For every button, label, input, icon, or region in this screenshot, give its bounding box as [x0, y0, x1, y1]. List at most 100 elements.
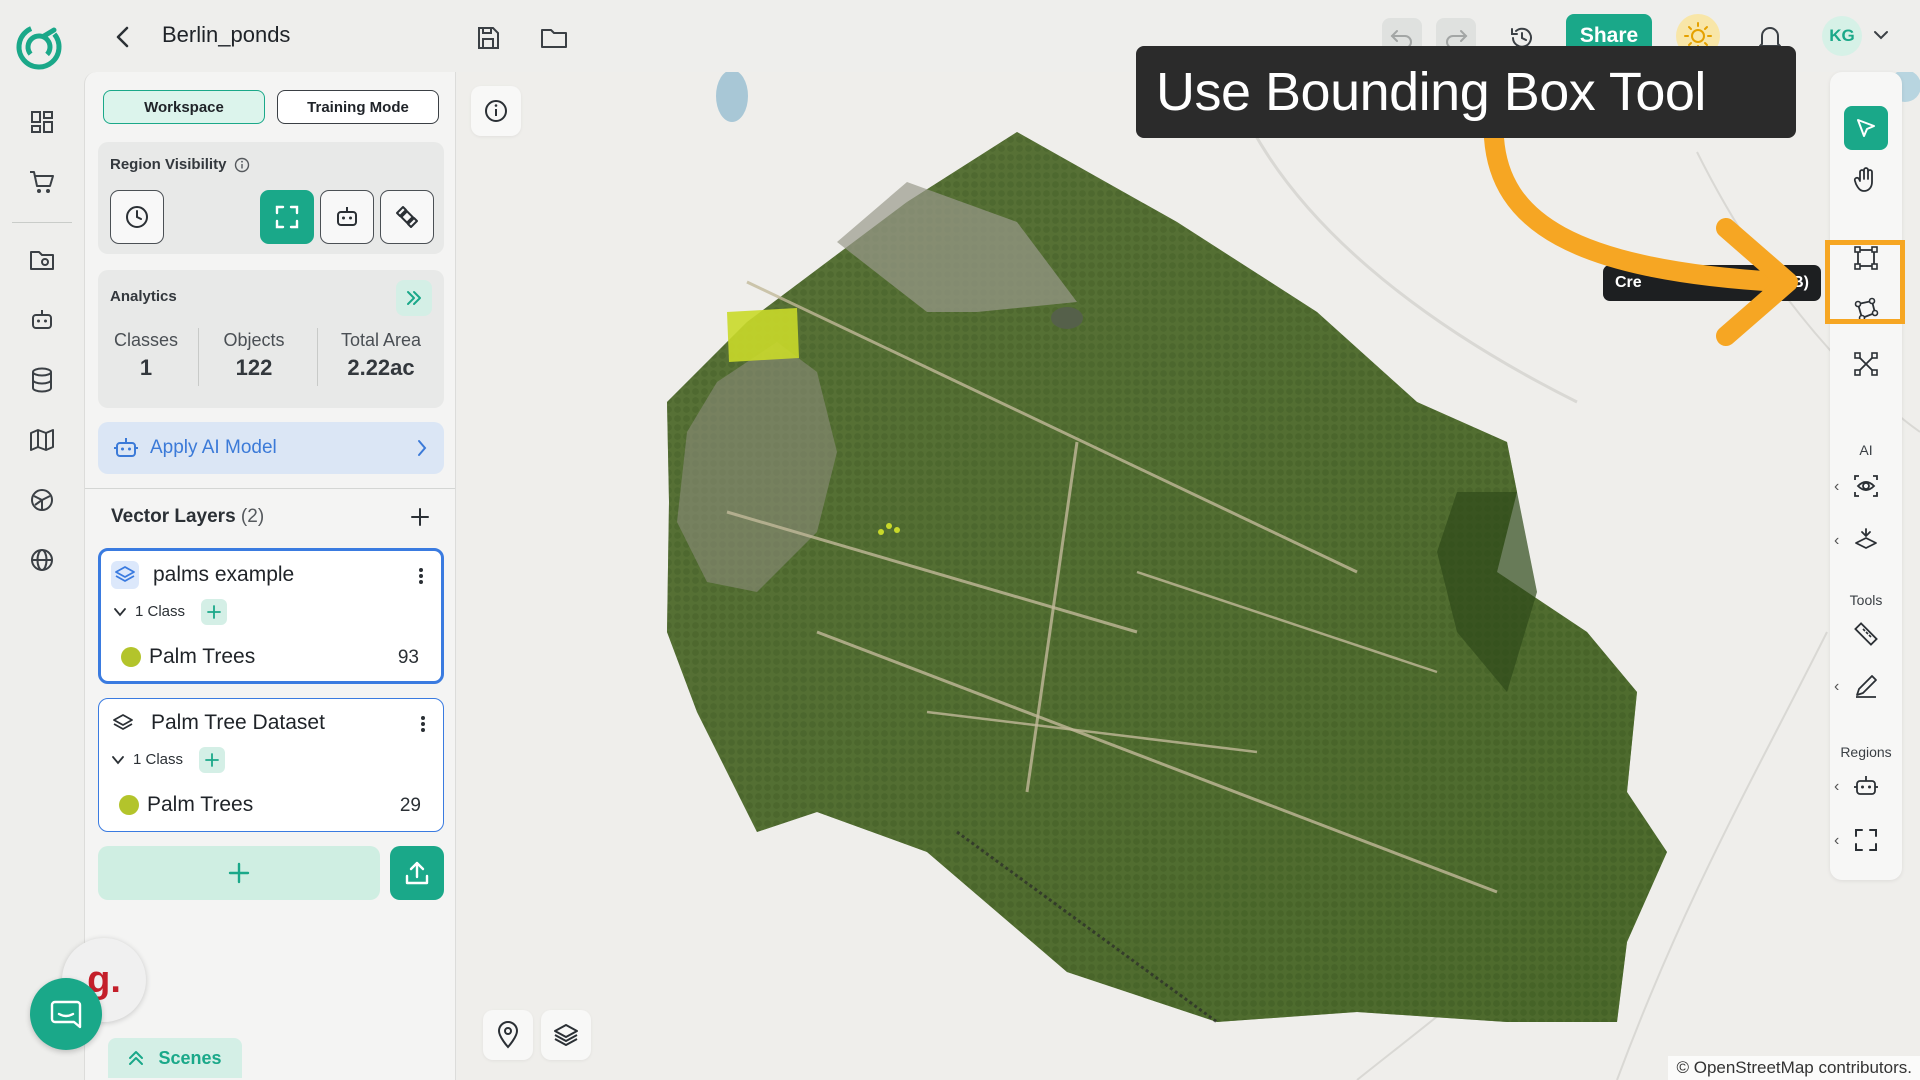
scenes-label: Scenes [158, 1047, 222, 1068]
select-tool-button[interactable] [1844, 106, 1888, 150]
cart-icon[interactable] [24, 164, 60, 200]
tutorial-arrow [1484, 130, 1798, 346]
user-avatar[interactable]: KG [1822, 16, 1862, 56]
upload-button[interactable] [390, 846, 444, 900]
tab-training-mode[interactable]: Training Mode [277, 90, 439, 124]
class-count-label: 1 Class [133, 751, 184, 768]
pan-tool-button[interactable] [1844, 158, 1888, 202]
layers-icon [109, 709, 137, 737]
measure-tool-button[interactable] [1844, 612, 1888, 656]
chevron-left-icon[interactable]: ‹ [1834, 478, 1839, 496]
region-robot-button[interactable] [320, 190, 374, 244]
analytics-card: Analytics Classes 1 Objects 122 Total Ar… [98, 270, 444, 408]
open-folder-button[interactable] [534, 18, 574, 58]
save-button[interactable] [468, 18, 508, 58]
ai-group-label: AI [1859, 442, 1873, 458]
stat-value: 2.22ac [347, 355, 415, 380]
vector-layers-header: Vector Layers (2) [111, 506, 264, 528]
stat-value: 122 [235, 355, 273, 380]
class-color-dot [121, 647, 141, 667]
folder-icon [541, 29, 567, 48]
region-bounding-box-button[interactable] [260, 190, 314, 244]
class-name[interactable]: Palm Trees [149, 645, 255, 669]
map-location-button[interactable] [483, 1010, 533, 1060]
chevron-down-icon [114, 607, 126, 616]
vertices-icon [1854, 352, 1878, 376]
stat-classes: Classes 1 [108, 330, 184, 381]
back-button[interactable] [108, 20, 138, 54]
class-name[interactable]: Palm Trees [147, 793, 253, 817]
chevron-left-icon[interactable]: ‹ [1834, 532, 1839, 550]
cursor-icon [1857, 119, 1875, 137]
apply-ai-model-label: Apply AI Model [150, 437, 277, 458]
globe-grid-icon[interactable] [24, 482, 60, 518]
rail-divider [12, 222, 72, 223]
chevron-down-icon[interactable] [1872, 26, 1890, 49]
add-vector-layer-button[interactable] [405, 502, 435, 532]
add-class-button[interactable] [201, 599, 227, 625]
bounding-box-icon [1855, 829, 1877, 851]
vector-layers-count: (2) [240, 506, 265, 527]
tab-workspace[interactable]: Workspace [103, 90, 265, 124]
tool-highlight-box [1825, 240, 1905, 324]
ai-detect-tool-button[interactable] [1844, 464, 1888, 508]
class-object-count: 93 [397, 647, 419, 668]
chevron-left-icon[interactable]: ‹ [1834, 778, 1839, 796]
stat-value: 1 [139, 355, 153, 380]
hand-icon [1853, 167, 1873, 192]
app-logo[interactable] [14, 22, 68, 76]
keypoint-tool-button[interactable] [1844, 342, 1888, 386]
kebab-menu-icon[interactable] [413, 711, 433, 737]
add-class-button[interactable] [199, 747, 225, 773]
ai-segment-tool-button[interactable] [1844, 518, 1888, 562]
kebab-menu-icon[interactable] [411, 563, 431, 589]
region-visibility-label: Region Visibility [110, 156, 227, 173]
apply-ai-model-button[interactable]: Apply AI Model [98, 422, 444, 474]
stat-total-area: Total Area 2.22ac [322, 330, 440, 381]
plus-icon [205, 753, 219, 767]
map-icon[interactable] [24, 422, 60, 458]
class-color-dot [119, 795, 139, 815]
analytics-expand-button[interactable] [396, 280, 432, 316]
chevron-left-icon [116, 26, 129, 48]
drawing-toolbar: AI ‹ ‹ Tools ‹ Regions ‹ ‹ [1830, 72, 1902, 880]
info-icon[interactable] [234, 157, 250, 173]
region-box-tool-button[interactable] [1844, 818, 1888, 862]
info-icon [485, 100, 507, 122]
tutorial-callout: Use Bounding Box Tool [1136, 46, 1796, 138]
vector-layer-palms-example[interactable]: palms example 1 Class Palm Trees 93 [98, 548, 444, 684]
region-robot-tool-button[interactable] [1844, 764, 1888, 808]
project-title: Berlin_ponds [162, 22, 291, 47]
region-history-button[interactable] [110, 190, 164, 244]
scenes-button[interactable]: Scenes [108, 1038, 242, 1078]
robot-icon [337, 207, 357, 226]
map-attribution[interactable]: © OpenStreetMap contributors. [1668, 1056, 1920, 1080]
robot-icon [1854, 776, 1878, 795]
vector-layer-palm-tree-dataset[interactable]: Palm Tree Dataset 1 Class Palm Trees 29 [98, 698, 444, 832]
class-list-toggle[interactable]: 1 Class [113, 603, 185, 620]
map-info-button[interactable] [471, 86, 521, 136]
class-count-label: 1 Class [135, 603, 186, 620]
region-satellite-button[interactable] [380, 190, 434, 244]
map-layers-button[interactable] [541, 1010, 591, 1060]
database-icon[interactable] [24, 362, 60, 398]
globe-icon[interactable] [24, 542, 60, 578]
robot-icon[interactable] [24, 302, 60, 338]
plus-icon [207, 605, 221, 619]
chat-support-button[interactable] [30, 978, 102, 1050]
left-nav-rail [0, 72, 84, 1080]
region-visibility-title: Region Visibility [110, 156, 250, 173]
layers-icon [111, 561, 139, 589]
layer-name: Palm Tree Dataset [151, 711, 325, 734]
draw-tool-button[interactable] [1844, 664, 1888, 708]
mode-tabs: Workspace Training Mode [103, 90, 439, 124]
chevron-left-icon[interactable]: ‹ [1834, 678, 1839, 696]
chat-icon [50, 1000, 82, 1029]
layers-icon [554, 1024, 578, 1046]
stat-label: Classes [113, 330, 179, 350]
projects-folder-icon[interactable] [24, 242, 60, 278]
dashboard-icon[interactable] [24, 104, 60, 140]
chevron-left-icon[interactable]: ‹ [1834, 832, 1839, 850]
class-list-toggle[interactable]: 1 Class [111, 751, 183, 768]
add-layer-button[interactable] [98, 846, 380, 900]
